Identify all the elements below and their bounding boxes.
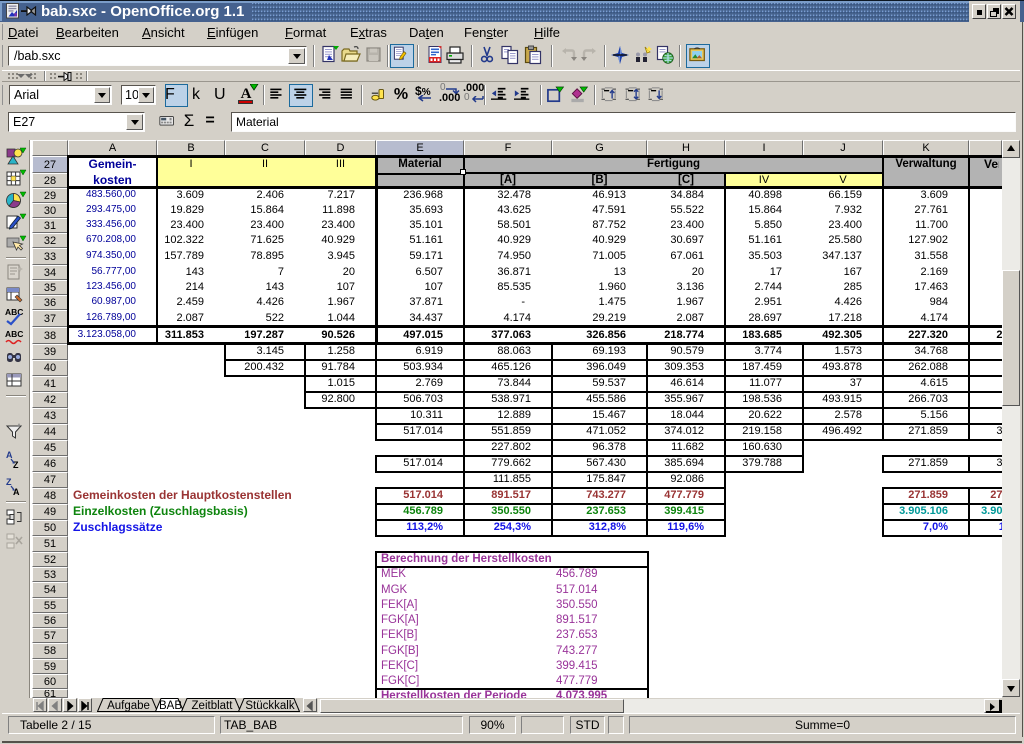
svg-text:ABC: ABC xyxy=(5,329,23,339)
svg-text:A: A xyxy=(13,487,20,497)
svg-text:Z: Z xyxy=(13,460,19,470)
svg-text:Z: Z xyxy=(6,477,12,487)
svg-text:Zeitblatt: Zeitblatt xyxy=(192,700,234,712)
svg-text:A: A xyxy=(6,450,13,460)
svg-text:Stückkalk: Stückkalk xyxy=(245,700,294,712)
svg-text:BAB: BAB xyxy=(159,700,182,712)
svg-text:ABC: ABC xyxy=(5,307,23,317)
svg-text:Aufgabe: Aufgabe xyxy=(107,700,150,712)
